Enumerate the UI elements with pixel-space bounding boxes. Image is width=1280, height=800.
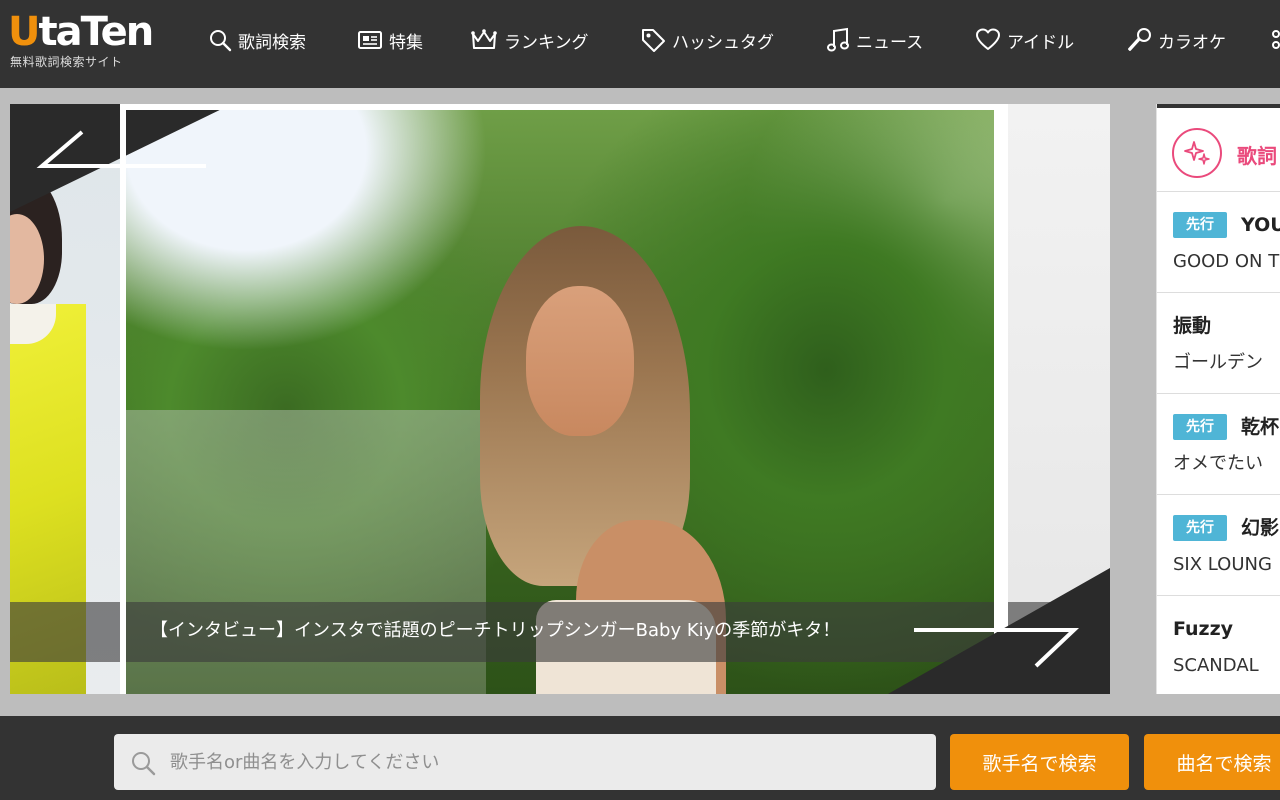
sparkle-icon bbox=[1172, 128, 1222, 178]
panel-list-item[interactable]: 振動 ゴールデン bbox=[1157, 293, 1280, 394]
next-arrow-button[interactable] bbox=[910, 612, 1090, 676]
crown-icon bbox=[471, 29, 497, 49]
nav-more[interactable] bbox=[1270, 24, 1280, 56]
search-icon bbox=[210, 30, 232, 52]
tag-icon bbox=[642, 29, 665, 52]
search-by-song-button[interactable]: 曲名で検索 bbox=[1144, 734, 1280, 790]
search-icon bbox=[132, 752, 156, 776]
slide-caption[interactable]: 【インタビュー】インスタで話題のピーチトリップシンガーBaby Kiyの季節がキ… bbox=[150, 617, 840, 645]
artist-name: SIX LOUNG bbox=[1173, 554, 1272, 575]
nav-features[interactable]: 特集 bbox=[357, 24, 423, 56]
search-field[interactable] bbox=[114, 734, 936, 790]
logo-tagline: 無料歌詞検索サイト bbox=[10, 55, 123, 69]
bottom-search-bar: 歌手名で検索 曲名で検索 bbox=[0, 716, 1280, 800]
search-by-artist-button[interactable]: 歌手名で検索 bbox=[950, 734, 1129, 790]
nav-news[interactable]: ニュース bbox=[826, 24, 923, 56]
nav-label: カラオケ bbox=[1158, 32, 1226, 53]
song-title: 幻影 bbox=[1241, 517, 1280, 539]
feature-slider[interactable]: 【インタビュー】インスタで話題のピーチトリップシンガーBaby Kiyの季節がキ… bbox=[10, 104, 1110, 694]
nav-hashtag[interactable]: ハッシュタグ bbox=[640, 24, 774, 56]
music-note-icon bbox=[827, 27, 849, 52]
lyrics-panel: 歌詞 先行 YOU GOOD ON T 振動 ゴールデン 先行 乾杯 オメでたい… bbox=[1156, 104, 1280, 694]
site-logo[interactable]: UtaTen 無料歌詞検索サイト bbox=[8, 9, 154, 69]
nav-label: ハッシュタグ bbox=[672, 32, 774, 53]
search-input[interactable] bbox=[170, 734, 930, 790]
nav-label: 歌詞検索 bbox=[238, 32, 306, 53]
artist-name: ゴールデン bbox=[1173, 352, 1263, 373]
site-header: UtaTen 無料歌詞検索サイト 歌詞検索 特集 ランキング ハッシュタグ ニュ… bbox=[0, 0, 1280, 88]
song-title: 乾杯 bbox=[1241, 416, 1280, 438]
nav-label: ニュース bbox=[856, 32, 924, 53]
nav-idol[interactable]: アイドル bbox=[975, 24, 1074, 56]
more-icon bbox=[1272, 30, 1280, 49]
preview-badge: 先行 bbox=[1173, 515, 1227, 541]
microphone-icon bbox=[1128, 28, 1151, 51]
nav-karaoke[interactable]: カラオケ bbox=[1126, 24, 1226, 56]
panel-list-item[interactable]: 先行 幻影 SIX LOUNG bbox=[1157, 495, 1280, 596]
song-title: Fuzzy bbox=[1173, 618, 1234, 640]
panel-title: 歌詞 bbox=[1237, 144, 1277, 168]
nav-label: アイドル bbox=[1007, 32, 1075, 53]
logo-wordmark: UtaTen bbox=[8, 9, 154, 55]
nav-ranking[interactable]: ランキング bbox=[470, 24, 589, 56]
artist-name: SCANDAL bbox=[1173, 655, 1259, 676]
artist-name: GOOD ON T bbox=[1173, 251, 1280, 272]
preview-badge: 先行 bbox=[1173, 212, 1227, 238]
song-title: 振動 bbox=[1173, 315, 1212, 337]
newspaper-icon bbox=[358, 31, 382, 49]
panel-header: 歌詞 bbox=[1157, 104, 1280, 192]
song-title: YOU bbox=[1241, 214, 1280, 236]
panel-list-item[interactable]: 先行 乾杯 オメでたい bbox=[1157, 394, 1280, 495]
preview-badge: 先行 bbox=[1173, 414, 1227, 440]
nav-label: ランキング bbox=[504, 32, 589, 53]
heart-icon bbox=[976, 28, 1000, 50]
artist-name: オメでたい bbox=[1173, 453, 1263, 474]
prev-arrow-button[interactable] bbox=[30, 122, 220, 182]
nav-label: 特集 bbox=[389, 32, 423, 53]
panel-list-item[interactable]: 先行 YOU GOOD ON T bbox=[1157, 192, 1280, 293]
nav-lyrics-search[interactable]: 歌詞検索 bbox=[208, 24, 306, 56]
panel-list-item[interactable]: Fuzzy SCANDAL bbox=[1157, 596, 1280, 694]
